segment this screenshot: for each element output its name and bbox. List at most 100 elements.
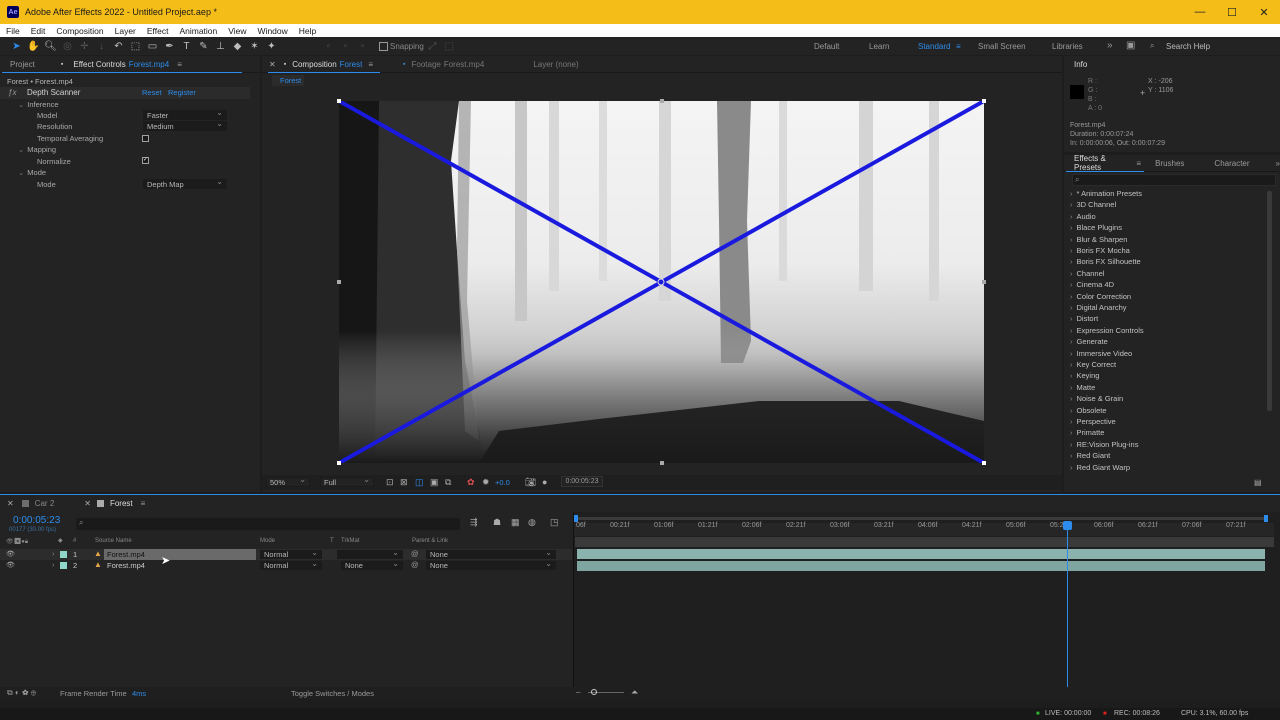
workspace-small-screen[interactable]: Small Screen (978, 42, 1026, 51)
color-management-icon[interactable]: ✿ (467, 477, 475, 488)
tab-effects-presets[interactable]: Effects & Presets (1074, 154, 1132, 172)
frame-blending-icon[interactable]: ▦ (511, 517, 520, 528)
magnification-dropdown[interactable]: 50% (266, 475, 310, 487)
mode-group[interactable]: ⌄ Mode (18, 167, 46, 178)
eraser-tool-icon[interactable]: ◆ (231, 40, 244, 53)
zoom-tool-icon[interactable]: 🔍︎ (44, 40, 57, 53)
fx-category[interactable]: Perspective (1070, 417, 1116, 428)
tab-composition[interactable]: Composition (292, 60, 336, 69)
inference-group[interactable]: ⌄ Inference (18, 99, 59, 110)
fx-category[interactable]: Digital Anarchy (1070, 303, 1127, 314)
layer-row[interactable]: 👁︎ › 1 ▲ Forest.mp4 Normal @ None (0, 548, 572, 560)
expand-layer-icon[interactable]: › (52, 549, 55, 558)
effects-scrollbar[interactable] (1267, 191, 1272, 411)
fx-category[interactable]: Keying (1070, 371, 1100, 382)
menu-edit[interactable]: Edit (25, 26, 51, 36)
tab-brushes[interactable]: Brushes (1155, 159, 1184, 168)
column-trkmat[interactable]: TrkMat (341, 538, 359, 544)
fx-category[interactable]: Key Correct (1070, 360, 1117, 371)
normalize-checkbox[interactable]: ✓ (142, 157, 149, 164)
type-tool-icon[interactable]: T (180, 40, 193, 53)
fx-category[interactable]: Boris FX Mocha (1070, 246, 1130, 257)
expand-layer-icon[interactable]: › (52, 560, 55, 569)
fx-category[interactable]: Blur & Sharpen (1070, 235, 1128, 246)
column-t[interactable]: T (330, 538, 334, 544)
more-tabs-icon[interactable]: » (1276, 159, 1280, 168)
resolution-quality-dropdown[interactable]: Full (320, 475, 374, 487)
current-time-indicator[interactable] (1067, 521, 1068, 688)
fx-category[interactable]: RE:Vision Plug-ins (1070, 440, 1139, 451)
menu-view[interactable]: View (222, 26, 251, 36)
fx-category[interactable]: Expression Controls (1070, 326, 1144, 337)
handle-top-right[interactable] (982, 99, 986, 103)
shy-layers-icon[interactable]: ☗ (493, 517, 501, 528)
composition-name-link[interactable]: Forest (340, 60, 363, 69)
close-timeline-tab-icon[interactable]: ✕ (7, 499, 14, 508)
fx-category[interactable]: Boris FX Silhouette (1070, 257, 1141, 268)
tab-effect-controls[interactable]: Effect Controls (73, 60, 125, 69)
resolution-dropdown[interactable]: Medium (143, 119, 227, 131)
register-link[interactable]: Register (168, 88, 196, 97)
handle-bottom[interactable] (660, 461, 664, 465)
work-area-bar[interactable] (576, 517, 1266, 520)
fx-category[interactable]: Cinema 4D (1070, 280, 1115, 291)
tab-project[interactable]: Project (10, 60, 35, 69)
timeline-menu-icon[interactable]: ≡ (141, 499, 146, 508)
handle-left[interactable] (337, 280, 341, 284)
fx-category[interactable]: 3D Channel (1070, 200, 1117, 211)
rectangle-tool-icon[interactable]: ▭ (146, 40, 159, 53)
tab-forest[interactable]: Forest (110, 499, 133, 508)
pick-whip-icon[interactable]: @ (411, 549, 419, 558)
fx-category[interactable]: Distort (1070, 314, 1099, 325)
view-axis-icon[interactable]: ▫ (356, 40, 369, 53)
workspace-standard[interactable]: Standard (918, 42, 950, 51)
fx-category[interactable]: Immersive Video (1070, 349, 1133, 360)
zoom-out-icon[interactable]: ⎯ (576, 687, 581, 698)
panel-menu-icon[interactable]: ≡ (177, 60, 182, 69)
playhead-handle[interactable] (1063, 521, 1072, 530)
column-source-name[interactable]: Source Name (95, 538, 132, 544)
dolly-tool-icon[interactable]: ↓ (95, 40, 108, 53)
composition-canvas[interactable] (339, 101, 984, 463)
fx-category[interactable]: Obsolete (1070, 406, 1107, 417)
zoom-slider-handle[interactable] (591, 689, 597, 695)
handle-right[interactable] (982, 280, 986, 284)
handle-bottom-right[interactable] (982, 461, 986, 465)
layer-name[interactable]: Forest.mp4 (104, 549, 256, 560)
hand-tool-icon[interactable]: ✋ (27, 40, 40, 53)
fx-toggle-icon[interactable]: ƒx (8, 88, 16, 97)
search-help-icon[interactable]: ⌕ (1150, 41, 1154, 51)
column-parent[interactable]: Parent & Link (412, 538, 448, 544)
composition-breadcrumb[interactable]: Forest (272, 75, 304, 86)
layer-duration-bar[interactable] (577, 549, 1265, 559)
local-axis-icon[interactable]: ▫ (322, 40, 335, 53)
tab-character[interactable]: Character (1214, 159, 1249, 168)
guides-icon[interactable]: ▣ (430, 477, 439, 488)
comp-mini-flowchart-icon[interactable]: ⇶ (470, 517, 478, 528)
layer-name[interactable]: Forest.mp4 (107, 561, 145, 570)
layer-trkmat-dropdown[interactable]: None (341, 559, 403, 570)
lock-icon[interactable]: ▪ (61, 61, 63, 68)
mapping-group[interactable]: ⌄ Mapping (18, 144, 56, 155)
work-area-end-handle[interactable] (1264, 515, 1268, 522)
workspace-learn[interactable]: Learn (869, 42, 889, 51)
reset-exposure-icon[interactable]: ✹ (482, 477, 490, 488)
layer-parent-dropdown[interactable]: None (426, 548, 556, 559)
pan-behind-tool-icon[interactable]: ⬚ (129, 40, 142, 53)
puppet-tool-icon[interactable]: ✦ (265, 40, 278, 53)
fx-category[interactable]: Red Giant (1070, 451, 1111, 462)
close-forest-tab-icon[interactable]: ✕ (84, 499, 91, 508)
mask-visibility-icon[interactable]: ◫ (415, 477, 424, 488)
close-tab-icon[interactable]: ✕ (269, 60, 276, 69)
fx-category[interactable]: Red Giant Warp (1070, 463, 1131, 474)
reset-link[interactable]: Reset (142, 88, 162, 97)
layer-label-color[interactable] (60, 551, 67, 558)
fx-category[interactable]: Generate (1070, 337, 1108, 348)
more-workspaces-icon[interactable]: » (1107, 40, 1113, 51)
selection-tool-icon[interactable]: ➤ (10, 40, 23, 53)
pen-tool-icon[interactable]: ✒ (163, 40, 176, 53)
fx-category[interactable]: * Animation Presets (1070, 189, 1142, 200)
fx-category[interactable]: Blace Plugins (1070, 223, 1122, 234)
rotate-tool-icon[interactable]: ↶ (112, 40, 125, 53)
menu-effect[interactable]: Effect (141, 26, 174, 36)
